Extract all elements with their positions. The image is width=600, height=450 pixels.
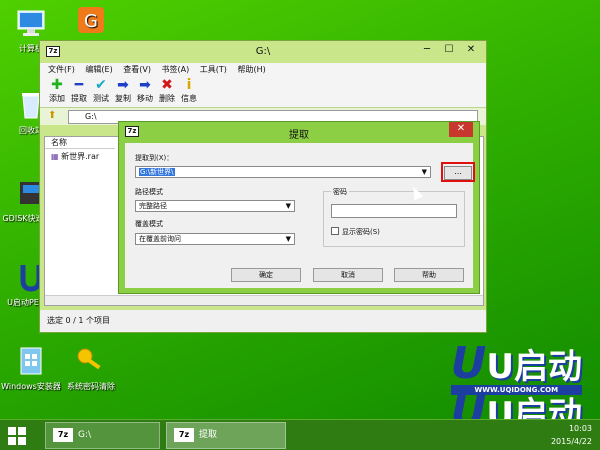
up-folder-icon[interactable]: ⬆: [48, 110, 56, 121]
extract-icon: ━: [74, 77, 84, 93]
cancel-button[interactable]: 取消: [313, 268, 383, 282]
desktop-icon-windows-installer[interactable]: Windows安装器: [0, 346, 62, 392]
show-password-checkbox[interactable]: [331, 227, 339, 235]
svg-text:G: G: [84, 11, 98, 32]
info-icon: i: [186, 77, 192, 93]
status-bar: 选定 0 / 1 个项目: [40, 310, 486, 332]
test-icon: ✔: [95, 77, 107, 93]
menu-bar: 文件(F) 编辑(E) 查看(V) 书签(A) 工具(T) 帮助(H): [40, 63, 486, 77]
copy-button[interactable]: ➡ 复制: [112, 77, 134, 104]
address-value: G:\: [85, 112, 97, 121]
computer-icon: [17, 10, 45, 36]
maximize-button[interactable]: ☐: [438, 43, 460, 59]
minimize-button[interactable]: ─: [416, 43, 438, 59]
extract-label: 提取: [71, 94, 87, 103]
window-controls: ─ ☐ ✕: [416, 43, 482, 59]
test-button[interactable]: ✔ 测试: [90, 77, 112, 104]
add-button[interactable]: ✚ 添加: [46, 77, 68, 104]
info-button[interactable]: i 信息: [178, 77, 200, 104]
extract-to-combobox[interactable]: G:\新世界\ ▼: [135, 166, 431, 178]
taskbar-item-file-manager[interactable]: 7z G:\: [45, 422, 160, 449]
path-mode-value: 完整路径: [139, 202, 167, 210]
chevron-down-icon: ▼: [285, 202, 291, 210]
extract-to-label: 提取到(X)：: [135, 154, 174, 162]
password-group: [323, 191, 465, 247]
chevron-down-icon[interactable]: ▼: [422, 167, 427, 177]
clock-time: 10:03: [568, 424, 592, 433]
extract-to-value: G:\新世界\: [139, 168, 175, 176]
key-icon: [77, 348, 101, 370]
7zip-logo-icon: 7z: [53, 427, 73, 442]
help-button[interactable]: 帮助: [394, 268, 464, 282]
overwrite-mode-label: 覆盖模式: [135, 220, 163, 228]
brand-name: U启动: [486, 347, 582, 387]
file-name: 新世界.rar: [61, 152, 100, 161]
taskbar-item-extract[interactable]: 7z 提取: [166, 422, 286, 449]
column-header-name[interactable]: 名称: [45, 137, 115, 149]
menu-view[interactable]: 查看(V): [123, 63, 151, 77]
show-password-label: 显示密码(S): [342, 228, 380, 236]
ok-button[interactable]: 确定: [231, 268, 301, 282]
move-button[interactable]: ➡ 移动: [134, 77, 156, 104]
windows-logo-pane: [18, 437, 26, 445]
password-label: 密码: [331, 187, 349, 197]
windows-installer-icon: [20, 347, 42, 375]
test-label: 测试: [93, 94, 109, 103]
desktop-icon-label: Windows安装器: [1, 382, 61, 391]
desktop-icon-gdisk-app[interactable]: G: [60, 6, 122, 41]
clock-date: 2015/4/22: [550, 437, 592, 446]
dialog-close-button[interactable]: ✕: [449, 122, 473, 137]
menu-edit[interactable]: 编辑(E): [85, 63, 112, 77]
windows-logo-icon: [8, 427, 16, 435]
info-label: 信息: [181, 94, 197, 103]
overwrite-mode-value: 在覆盖前询问: [139, 235, 181, 243]
app-g-icon: G: [78, 7, 104, 33]
toolbar: ✚ 添加 ━ 提取 ✔ 测试 ➡ 复制 ➡ 移动 ✖ 删除 i 信息: [40, 77, 486, 107]
brand-u-mark: U: [450, 338, 487, 389]
window-titlebar[interactable]: 7z G:\ ─ ☐ ✕: [40, 41, 486, 63]
horizontal-scrollbar[interactable]: [45, 295, 483, 305]
rar-file-icon: ▦: [51, 152, 59, 161]
overwrite-mode-select[interactable]: 在覆盖前询问 ▼: [135, 233, 295, 245]
desktop-icon-label: 系统密码清除: [67, 382, 115, 391]
copy-label: 复制: [115, 94, 131, 103]
move-icon: ➡: [139, 77, 151, 93]
menu-bookmarks[interactable]: 书签(A): [162, 63, 190, 77]
taskbar-item-label: G:\: [78, 430, 92, 440]
delete-icon: ✖: [161, 77, 173, 93]
windows-logo-pane: [18, 427, 26, 435]
dialog-title: 提取: [289, 130, 309, 141]
start-button[interactable]: [8, 427, 26, 445]
menu-tools[interactable]: 工具(T): [200, 63, 227, 77]
add-icon: ✚: [51, 77, 63, 93]
highlight-box: [441, 162, 475, 182]
close-button[interactable]: ✕: [460, 43, 482, 59]
7zip-logo-icon: 7z: [174, 427, 194, 442]
dialog-titlebar[interactable]: 7z 提取 ✕: [119, 122, 479, 141]
chevron-down-icon: ▼: [285, 235, 291, 243]
taskbar: 7z G:\ 7z 提取 10:03 2015/4/22: [0, 419, 600, 450]
menu-file[interactable]: 文件(F): [48, 63, 75, 77]
delete-label: 删除: [159, 94, 175, 103]
delete-button[interactable]: ✖ 删除: [156, 77, 178, 104]
add-label: 添加: [49, 94, 65, 103]
copy-icon: ➡: [117, 77, 129, 93]
windows-logo-pane: [8, 437, 16, 445]
dialog-body: 提取到(X)： G:\新世界\ ▼ ... 路径模式 完整路径 ▼ 覆盖模式 在覆盖…: [125, 143, 475, 288]
path-mode-label: 路径模式: [135, 188, 163, 196]
extract-dialog: 7z 提取 ✕ 提取到(X)： G:\新世界\ ▼ ... 路径模式 完整路径 ▼ …: [118, 121, 480, 294]
desktop-icon-password-clear[interactable]: 系统密码清除: [58, 346, 124, 392]
path-mode-select[interactable]: 完整路径 ▼: [135, 200, 295, 212]
password-input[interactable]: [331, 204, 457, 218]
menu-help[interactable]: 帮助(H): [237, 63, 265, 77]
taskbar-item-label: 提取: [199, 430, 218, 440]
extract-button[interactable]: ━ 提取: [68, 77, 90, 104]
system-clock[interactable]: 10:03 2015/4/22: [551, 422, 592, 448]
move-label: 移动: [137, 94, 153, 103]
